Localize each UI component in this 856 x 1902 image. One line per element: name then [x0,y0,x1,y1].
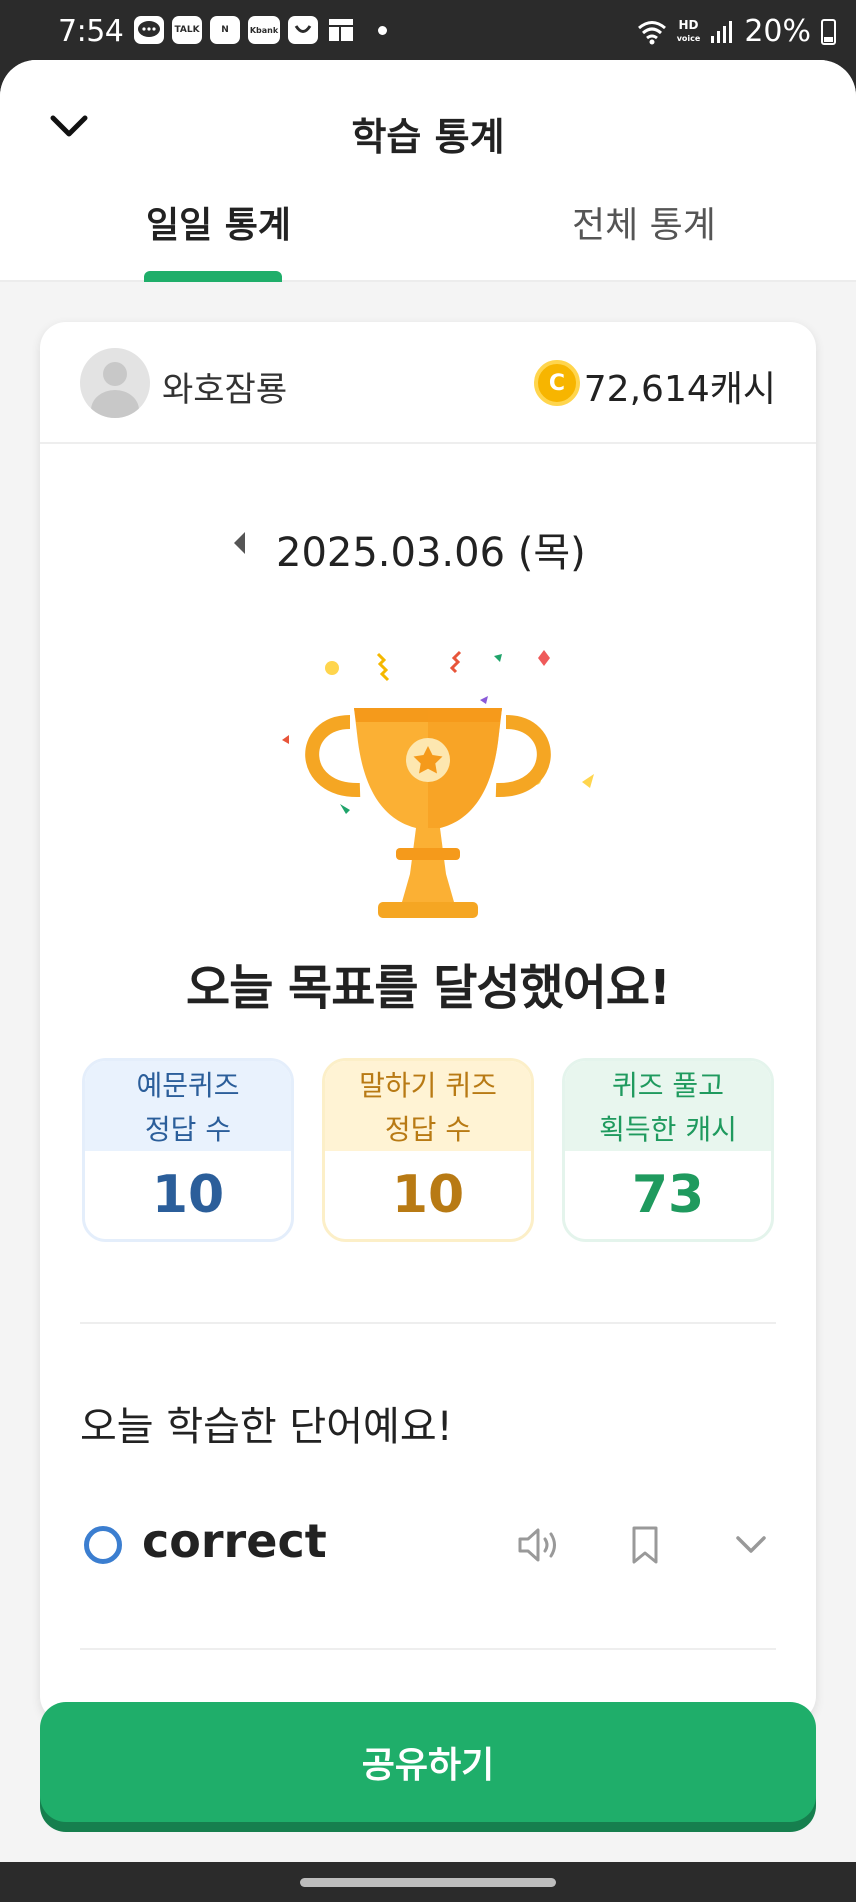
trophy-illustration [228,622,628,922]
home-gesture-handle[interactable] [300,1878,556,1887]
divider [80,1322,776,1324]
battery-icon [821,18,836,45]
more-notifications-dot [378,25,387,35]
kakaotalk-icon: TALK [172,16,202,44]
system-nav-bar [0,1862,856,1902]
daily-stats-card: 와호잠룡 C 72,614캐시 2025.03.06 (목) 오늘 목표를 달성… [40,322,816,1722]
wifi-icon [637,20,666,44]
share-button[interactable]: 공유하기 [40,1702,816,1822]
statistics-sheet: 학습 통계 일일 통계 전체 통계 와호잠룡 C 72,614캐시 2025.0… [0,60,856,1862]
example-quiz-correct-stat: 예문퀴즈 정답 수 10 [82,1058,294,1242]
profile-row: 와호잠룡 C 72,614캐시 [40,322,816,444]
page-title: 학습 통계 [351,115,505,159]
expand-word-button[interactable] [726,1520,776,1570]
gallery-icon [326,16,356,44]
chevron-down-icon [736,1536,766,1553]
stat-label: 말하기 퀴즈 정답 수 [325,1061,531,1151]
username: 와호잠룡 [162,370,288,410]
hd-voice-icon: HD voice [676,17,701,43]
bookmark-icon [632,1526,658,1564]
stat-value: 10 [85,1151,291,1239]
signal-icon [711,20,733,43]
stat-label: 예문퀴즈 정답 수 [85,1061,291,1151]
tab-total-stats[interactable]: 전체 통계 [572,196,716,248]
learned-words-title: 오늘 학습한 단어예요! [80,1404,453,1450]
word-list-item[interactable]: correct [40,1494,816,1584]
stat-value: 10 [325,1151,531,1239]
header: 학습 통계 일일 통계 전체 통계 [0,60,856,282]
naver-icon: N [210,16,240,44]
divider [80,1648,776,1650]
tab-daily-stats[interactable]: 일일 통계 [146,196,291,248]
pronounce-button[interactable] [514,1520,564,1570]
status-bar: 7:54 TALK N Kbank HD voice 20% [0,0,856,60]
goal-achieved-message: 오늘 목표를 달성했어요! [186,960,671,1016]
system-status: HD voice 20% [637,14,836,49]
bookmark-button[interactable] [620,1520,670,1570]
notification-icons: TALK N Kbank [134,16,387,44]
coin-icon: C [534,360,580,406]
date-label: 2025.03.06 (목) [276,530,586,576]
trophy-icon [282,650,594,918]
battery-percent: 20% [744,14,811,49]
speaker-icon [518,1528,556,1562]
avatar [80,348,150,418]
correct-circle-icon [84,1526,122,1564]
word-text: correct [142,1514,327,1568]
kbank-icon: Kbank [248,16,280,44]
stat-label: 퀴즈 풀고 획득한 캐시 [565,1061,771,1151]
quiz-cash-earned-stat: 퀴즈 풀고 획득한 캐시 73 [562,1058,774,1242]
stat-value: 73 [565,1151,771,1239]
coupang-icon [288,16,318,44]
speaking-quiz-correct-stat: 말하기 퀴즈 정답 수 10 [322,1058,534,1242]
message-icon [134,16,164,44]
status-time: 7:54 [58,14,124,49]
tab-active-indicator [144,271,282,282]
previous-date-arrow-icon[interactable] [234,532,245,554]
cash-balance: 72,614캐시 [583,369,776,410]
date-selector: 2025.03.06 (목) [40,514,816,576]
